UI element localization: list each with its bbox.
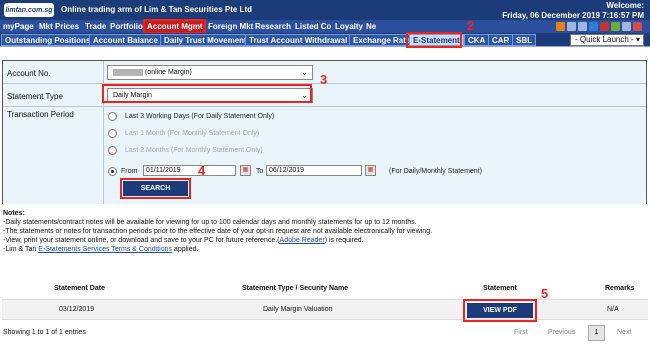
masked-account-number <box>113 68 143 76</box>
quick-launch-select[interactable]: - Quick Launch - ▾ <box>570 34 644 46</box>
col-statement[interactable]: Statement <box>483 285 517 292</box>
radio-last-2-months[interactable] <box>108 146 117 155</box>
highlight-account-mgmt <box>143 19 206 34</box>
note-line-4-text: -Lim & Tan <box>3 246 39 253</box>
statement-type: Daily Margin Valuation <box>263 306 333 313</box>
highlight-statement-type <box>102 84 312 103</box>
tab-account-balance[interactable]: Account Balance <box>89 34 162 46</box>
tab-trust-account-withdrawal[interactable]: Trust Account Withdrawal <box>245 34 352 46</box>
red-icon[interactable] <box>600 22 609 31</box>
tab-sbl[interactable]: SBL <box>512 34 536 46</box>
tab-listed-co[interactable]: Listed Co <box>293 20 333 33</box>
previous-page-link[interactable]: Previous <box>548 329 575 336</box>
sub-nav: Outstanding Positions Account Balance Da… <box>0 33 650 47</box>
row-divider <box>103 61 104 83</box>
account-value: (online Margin) <box>145 69 192 76</box>
row-transaction-period: Transaction Period Last 3 Working Days (… <box>3 107 646 204</box>
statement-date: 03/12/2019 <box>59 306 95 313</box>
note-line-3-text: -View, print your statement online, or d… <box>3 237 280 244</box>
notes-section: Notes: -Daily statements/contract notes … <box>3 209 643 254</box>
annotation-2: 2 <box>467 18 475 33</box>
note-line-2: -The statements or notes for transaction… <box>3 228 433 235</box>
from-label: From <box>121 168 138 175</box>
note-line-1: -Daily statements/contract notes will be… <box>3 219 417 226</box>
welcome-label: Welcome: <box>606 1 644 10</box>
range-note: (For Daily/Monthly Statement) <box>389 168 482 175</box>
tab-car[interactable]: CAR <box>488 34 514 46</box>
highlight-view-pdf <box>463 299 537 322</box>
remarks: N/A <box>607 306 619 313</box>
orange-icon[interactable] <box>556 22 565 31</box>
col-statement-date[interactable]: Statement Date <box>54 285 105 292</box>
first-page-link[interactable]: First <box>514 329 528 336</box>
page-1-button[interactable]: 1 <box>588 325 605 341</box>
annotation-4: 4 <box>198 163 206 178</box>
table-row: 03/12/2019 Daily Margin Valuation N/A <box>2 299 648 320</box>
welcome-block: Welcome: Friday, 06 December 2019 7:16:5… <box>502 1 644 21</box>
period-label: Transaction Period <box>7 110 74 119</box>
tab-trade[interactable]: Trade <box>83 20 108 33</box>
quick-launch-label: - Quick Launch - <box>575 35 634 44</box>
col-remarks[interactable]: Remarks <box>605 285 635 292</box>
logo-text: limtan.com.sg <box>5 6 53 14</box>
option-last-1-month: Last 1 Month (For Monthly Statement Only… <box>125 130 260 137</box>
limtan-logo[interactable]: limtan.com.sg <box>4 3 54 17</box>
green-icon[interactable] <box>611 22 620 31</box>
col-statement-type[interactable]: Statement Type / Security Name <box>242 285 348 292</box>
close-icon[interactable] <box>633 22 642 31</box>
to-date-input[interactable]: 06/12/2019 <box>266 165 362 176</box>
row-divider <box>103 107 104 204</box>
account-label: Account No. <box>7 69 51 78</box>
tab-cka[interactable]: CKA <box>464 34 490 46</box>
account-select[interactable]: (online Margin) ⌄ <box>107 65 313 80</box>
option-last-2-months: Last 2 Months (For Monthly Statement Onl… <box>125 147 263 154</box>
to-label: To <box>256 168 264 175</box>
radio-last-3-days[interactable] <box>108 112 117 121</box>
chevron-down-icon: ▾ <box>635 35 640 44</box>
note-line-4: -Lim & Tan E-Statements Services Terms &… <box>3 245 643 254</box>
blue-icon[interactable] <box>589 22 598 31</box>
window-icon[interactable] <box>567 22 576 31</box>
tab-mkt-prices[interactable]: Mkt Prices <box>37 20 81 33</box>
option-last-3-days: Last 3 Working Days (For Daily Statement… <box>125 113 275 120</box>
window-icon[interactable] <box>622 22 631 31</box>
tagline: Online trading arm of Lim & Tan Securiti… <box>61 5 252 14</box>
radio-date-range[interactable] <box>108 167 117 176</box>
terms-link[interactable]: E-Statements Services Terms & Conditions <box>38 246 172 253</box>
annotation-3: 3 <box>320 72 328 87</box>
row-statement-type: Statement Type Daily Margin ⌄ <box>3 84 646 107</box>
note-line-3: -View, print your statement online, or d… <box>3 236 643 245</box>
main-nav: myPage Mkt Prices Trade Portfolio Accoun… <box>0 20 650 33</box>
note-line-4-suffix: applied. <box>171 246 199 253</box>
tab-outstanding-positions[interactable]: Outstanding Positions <box>1 34 95 46</box>
entries-info: Showing 1 to 1 of 1 entries <box>3 329 86 336</box>
tab-loyalty[interactable]: Loyalty <box>333 20 365 33</box>
calendar-icon[interactable]: ▦ <box>365 165 376 176</box>
highlight-search <box>120 178 191 199</box>
tab-portfolio[interactable]: Portfolio <box>108 20 145 33</box>
tab-daily-trust-movement[interactable]: Daily Trust Movement <box>160 34 251 46</box>
note-line-3-suffix: ) is required. <box>324 237 364 244</box>
tab-mypage[interactable]: myPage <box>1 20 36 33</box>
window-icon[interactable] <box>578 22 587 31</box>
from-date-input[interactable]: 01/11/2019 <box>143 165 236 176</box>
next-page-link[interactable]: Next <box>617 329 631 336</box>
chevron-down-icon: ⌄ <box>301 68 308 77</box>
table-header: Statement Date Statement Type / Security… <box>0 283 650 297</box>
tab-exchange-rate[interactable]: Exchange Rate <box>349 34 415 46</box>
annotation-5: 5 <box>541 286 549 301</box>
tab-more[interactable]: Ne <box>364 20 378 33</box>
tab-research[interactable]: Research <box>253 20 293 33</box>
notes-title: Notes: <box>3 210 25 217</box>
adobe-reader-link[interactable]: Adobe Reader <box>280 237 325 244</box>
highlight-e-statement <box>406 32 462 48</box>
statement-type-label: Statement Type <box>7 92 63 101</box>
tab-foreign-mkt[interactable]: Foreign Mkt <box>206 20 255 33</box>
calendar-icon[interactable]: ▦ <box>240 165 251 176</box>
radio-last-1-month[interactable] <box>108 129 117 138</box>
top-header: limtan.com.sg Online trading arm of Lim … <box>0 0 650 20</box>
